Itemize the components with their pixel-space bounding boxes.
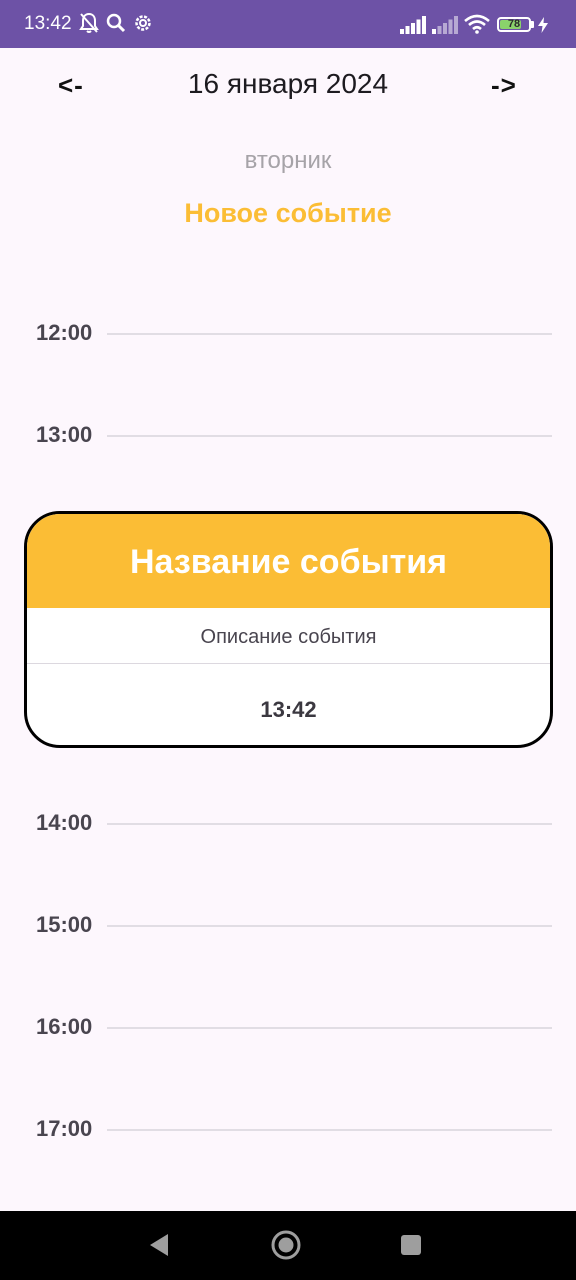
home-icon[interactable]	[270, 1229, 302, 1266]
hour-divider	[107, 333, 552, 335]
status-time: 13:42	[24, 13, 72, 34]
hour-label: 16:00	[36, 1014, 93, 1039]
event-title: Название события	[129, 543, 448, 581]
event-header: Название события	[27, 514, 550, 608]
hour-label: 14:00	[36, 810, 93, 835]
hour-label: 12:00	[36, 320, 93, 345]
back-icon[interactable]	[147, 1232, 171, 1263]
battery-level: 78	[507, 18, 521, 30]
date-title: 16 января 2024	[187, 68, 389, 99]
recents-icon[interactable]	[399, 1233, 423, 1262]
event-card[interactable]: Название события Описание события 13:42	[24, 511, 553, 748]
hour-divider	[107, 823, 552, 825]
new-event-button[interactable]: Новое событие	[0, 198, 576, 229]
hour-row[interactable]: 12:00	[0, 314, 576, 354]
hour-divider	[107, 925, 552, 927]
battery-cap	[531, 21, 534, 28]
event-description: Описание события	[200, 626, 377, 648]
hour-row[interactable]: 16:00	[0, 1008, 576, 1048]
status-bar: 13:42 78	[0, 0, 576, 48]
navigation-bar	[0, 1211, 576, 1280]
bell-off-icon	[79, 12, 99, 39]
hour-label: 13:00	[36, 422, 93, 447]
hour-divider	[107, 435, 552, 437]
signal-icon	[400, 16, 426, 39]
next-day-button[interactable]: ->	[491, 70, 517, 101]
search-icon	[106, 12, 126, 39]
hour-row[interactable]: 14:00	[0, 804, 576, 844]
battery-icon: 78	[497, 17, 531, 32]
signal-weak-icon	[432, 16, 458, 39]
wifi-icon	[464, 14, 490, 39]
hour-label: 15:00	[36, 912, 93, 937]
settings-icon	[132, 12, 154, 39]
event-divider	[27, 663, 550, 664]
charging-icon	[538, 17, 548, 38]
hour-divider	[107, 1129, 552, 1131]
hour-divider	[107, 1027, 552, 1029]
hour-row[interactable]: 13:00	[0, 416, 576, 456]
hour-label: 17:00	[36, 1116, 93, 1141]
hour-row[interactable]: 17:00	[0, 1110, 576, 1150]
hour-row[interactable]: 15:00	[0, 906, 576, 946]
weekday-label: вторник	[244, 147, 332, 174]
event-time: 13:42	[260, 697, 317, 722]
